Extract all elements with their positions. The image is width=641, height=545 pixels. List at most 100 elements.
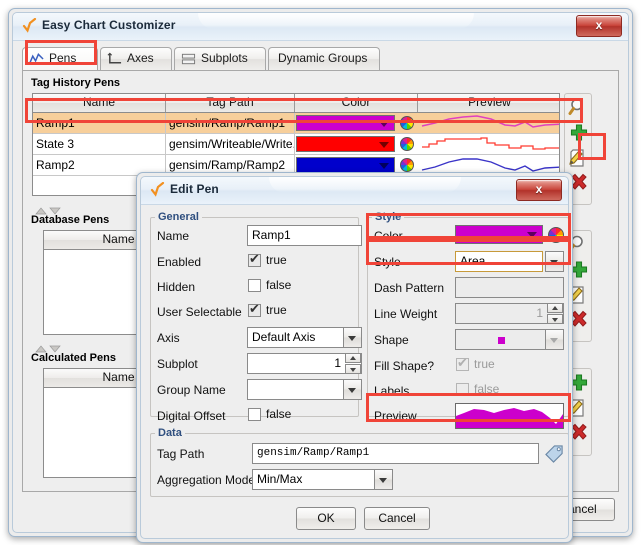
preview-sparkline — [421, 115, 559, 128]
edit-pen-titlebar[interactable]: Edit Pen x — [141, 177, 568, 205]
tab-axes-label: Axes — [127, 51, 154, 65]
main-close-button[interactable]: x — [576, 15, 622, 37]
chevron-down-icon — [379, 121, 389, 127]
shape-select[interactable] — [455, 329, 564, 350]
group-name-label: Group Name — [157, 383, 226, 397]
pen-preview — [455, 403, 564, 429]
chevron-down-icon[interactable] — [374, 470, 392, 489]
hidden-label: Hidden — [157, 280, 196, 294]
main-window-title: Easy Chart Customizer — [42, 18, 176, 32]
enabled-checkbox[interactable] — [248, 251, 261, 267]
cell-preview — [418, 113, 559, 133]
style-select-button[interactable] — [545, 251, 564, 272]
database-pens-sort-arrows[interactable] — [34, 203, 64, 215]
subplot-value: 1 — [334, 356, 341, 370]
main-titlebar[interactable]: Easy Chart Customizer x — [13, 13, 628, 41]
table-header-row: Name Tag Path Color Preview — [33, 94, 559, 113]
name-input[interactable]: Ramp1 — [247, 225, 362, 246]
chevron-down-icon[interactable] — [343, 328, 361, 347]
hidden-checkbox[interactable] — [248, 279, 261, 292]
ok-button[interactable]: OK — [296, 507, 356, 530]
cell-color[interactable] — [295, 113, 418, 133]
cell-color[interactable] — [295, 134, 418, 154]
style-select[interactable]: Area — [455, 251, 543, 272]
edit-pen-title: Edit Pen — [170, 182, 219, 196]
table-row[interactable]: State 3 gensim/Writeable/Write... — [33, 134, 559, 155]
data-legend: Data — [155, 427, 185, 439]
tab-subplots-label: Subplots — [201, 51, 248, 65]
dash-pattern-label: Dash Pattern — [374, 281, 445, 295]
stepper-up-icon[interactable] — [547, 303, 563, 313]
col-tag-path[interactable]: Tag Path — [166, 94, 295, 112]
tag-path-input[interactable]: gensim/Ramp/Ramp1 — [252, 443, 539, 464]
chevron-down-icon[interactable] — [343, 380, 361, 399]
edit-icon[interactable] — [567, 146, 591, 170]
tag-path-label: Tag Path — [157, 447, 205, 461]
tab-dynamic-groups[interactable]: Dynamic Groups — [268, 47, 380, 70]
color-wheel-icon[interactable] — [400, 116, 414, 130]
col-name[interactable]: Name — [33, 94, 166, 112]
group-name-select[interactable] — [247, 379, 362, 400]
color-swatch[interactable] — [296, 115, 395, 131]
chevron-down-icon[interactable] — [545, 330, 563, 349]
name-label: Name — [157, 229, 190, 243]
tag-icon[interactable] — [545, 444, 564, 463]
stepper-down-icon[interactable] — [547, 314, 563, 324]
add-icon[interactable] — [567, 121, 591, 145]
general-legend: General — [155, 211, 202, 223]
axes-icon — [107, 52, 122, 64]
axis-label: Axis — [157, 331, 180, 345]
calculated-pens-title: Calculated Pens — [31, 352, 116, 364]
tag-history-pens-title: Tag History Pens — [31, 77, 121, 89]
line-weight-stepper[interactable]: 1 — [455, 303, 564, 324]
calculated-pens-sort-arrows[interactable] — [34, 341, 64, 353]
digital-offset-label: Digital Offset — [157, 409, 226, 423]
col-color[interactable]: Color — [295, 94, 418, 112]
cell-name: Ramp1 — [33, 113, 166, 133]
col-preview[interactable]: Preview — [418, 94, 559, 112]
subplot-label: Subplot — [157, 357, 198, 371]
tab-pens-label: Pens — [49, 51, 77, 65]
titlebar-gloss — [269, 177, 462, 194]
dialog-cancel-button[interactable]: Cancel — [364, 507, 430, 530]
line-chart-icon — [29, 52, 44, 64]
axis-select[interactable]: Default Axis — [247, 327, 362, 348]
stepper-up-icon[interactable] — [345, 353, 361, 363]
color-wheel-icon[interactable] — [400, 158, 414, 172]
hidden-value: false — [266, 278, 292, 292]
fill-shape-checkbox[interactable] — [456, 355, 469, 371]
color-swatch[interactable] — [296, 157, 395, 173]
tab-subplots[interactable]: Subplots — [174, 47, 266, 70]
color-wheel-icon[interactable] — [548, 227, 564, 243]
cell-name: State 3 — [33, 134, 166, 154]
edit-pen-dialog: Edit Pen x General Name Ramp1 Enabled tr… — [136, 172, 573, 543]
aggregation-mode-value: Min/Max — [257, 472, 303, 486]
chevron-down-icon[interactable] — [546, 252, 563, 271]
orange-check-icon — [150, 182, 165, 197]
table-row[interactable]: Ramp1 gensim/Ramp/Ramp1 — [33, 113, 559, 134]
cell-tag-path: gensim/Writeable/Write... — [166, 134, 295, 154]
user-selectable-checkbox[interactable] — [248, 301, 261, 317]
labels-checkbox[interactable] — [456, 383, 469, 396]
color-wheel-icon[interactable] — [400, 137, 414, 151]
tab-pens[interactable]: Pens — [22, 47, 98, 71]
color-swatch[interactable] — [296, 136, 395, 152]
subplot-stepper[interactable]: 1 — [247, 353, 362, 374]
color-label: Color — [374, 229, 403, 243]
dash-pattern-input[interactable] — [455, 277, 564, 298]
search-icon[interactable] — [567, 96, 591, 120]
axis-value: Default Axis — [252, 330, 316, 344]
aggregation-mode-select[interactable]: Min/Max — [252, 469, 393, 490]
user-selectable-label: User Selectable — [157, 305, 242, 319]
database-pens-title: Database Pens — [31, 214, 110, 226]
stepper-down-icon[interactable] — [345, 364, 361, 374]
digital-offset-checkbox[interactable] — [248, 408, 261, 421]
line-weight-value: 1 — [536, 306, 543, 320]
labels-value: false — [474, 382, 500, 396]
digital-offset-value: false — [266, 407, 292, 421]
tab-axes[interactable]: Axes — [100, 47, 172, 70]
user-selectable-value: true — [266, 303, 287, 317]
color-swatch[interactable] — [455, 225, 543, 244]
edit-pen-close-button[interactable]: x — [516, 179, 562, 201]
shape-label: Shape — [374, 333, 409, 347]
